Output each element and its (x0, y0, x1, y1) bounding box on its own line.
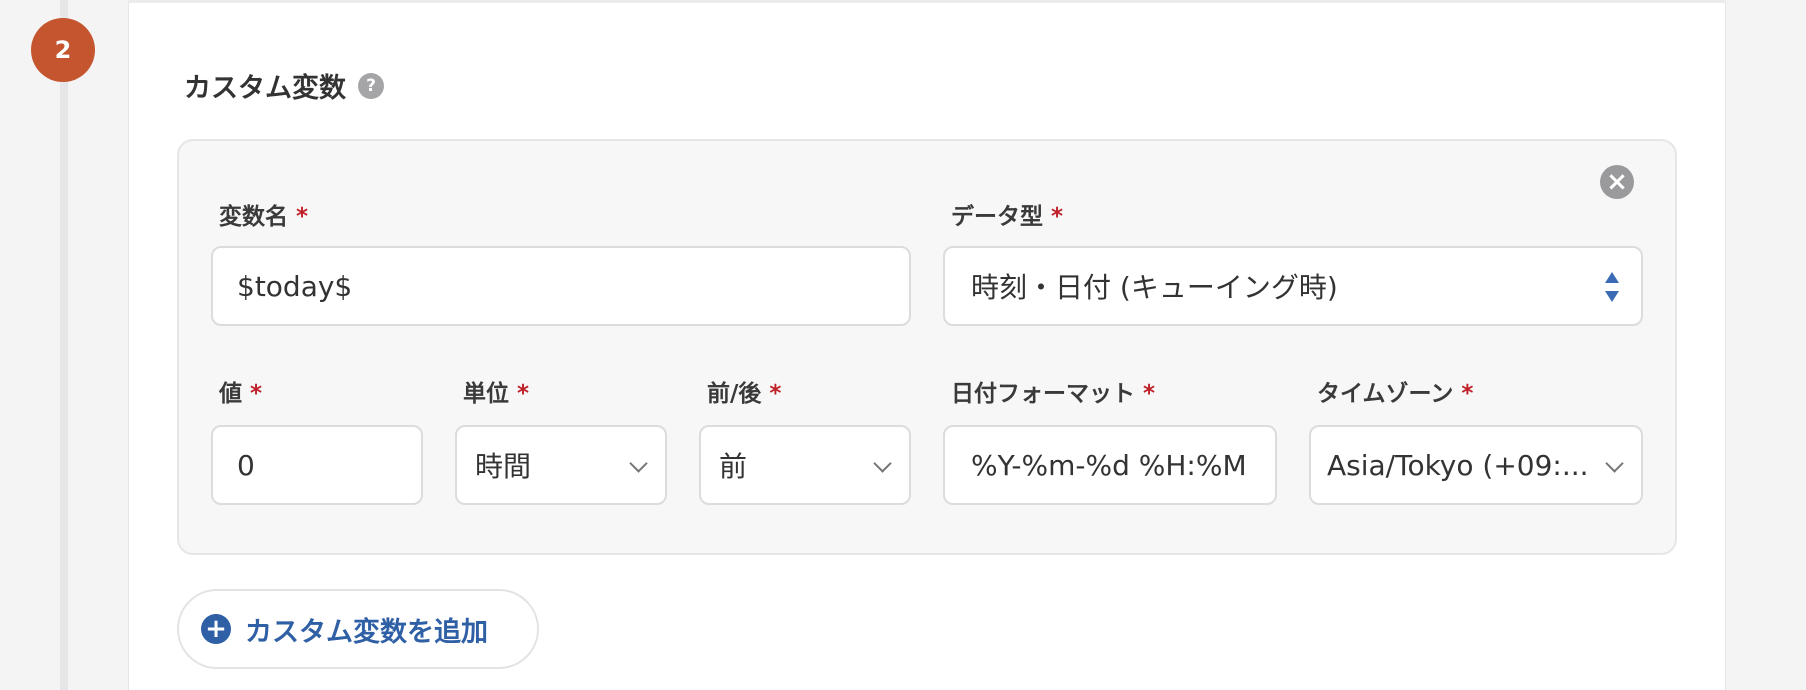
direction-value: 前 (719, 450, 748, 483)
data-type-value: 時刻・日付 (キューイング時) (971, 271, 1338, 304)
required-mark: * (517, 381, 530, 407)
variable-name-label: 変数名 * (219, 204, 309, 230)
timezone-value: Asia/Tokyo (+09:... (1327, 448, 1589, 482)
select-updown-icon (1605, 270, 1621, 304)
add-custom-variable-label: カスタム変数を追加 (245, 616, 488, 648)
date-format-value: %Y-%m-%d %H:%M (971, 448, 1247, 482)
data-type-select[interactable]: 時刻・日付 (キューイング時) (943, 246, 1643, 326)
variable-name-value: $today$ (237, 269, 353, 303)
required-mark: * (250, 381, 263, 407)
chevron-down-icon (629, 454, 648, 473)
add-custom-variable-button[interactable]: + カスタム変数を追加 (177, 589, 539, 669)
unit-select[interactable]: 時間 (455, 425, 667, 505)
direction-label: 前/後 * (707, 381, 782, 407)
required-mark: * (769, 381, 782, 407)
data-type-label: データ型 * (951, 204, 1064, 230)
timezone-select[interactable]: Asia/Tokyo (+09:... (1309, 425, 1643, 505)
value-input[interactable]: 0 (211, 425, 423, 505)
direction-select[interactable]: 前 (699, 425, 911, 505)
panel-top-divider (128, 0, 1726, 3)
required-mark: * (1461, 381, 1474, 407)
section-title: カスタム変数 ? (184, 66, 384, 105)
remove-variable-icon[interactable]: × (1600, 165, 1634, 199)
section-title-text: カスタム変数 (184, 73, 346, 104)
required-mark: * (1051, 204, 1064, 230)
timezone-label: タイムゾーン * (1317, 381, 1474, 407)
required-mark: * (1143, 381, 1156, 407)
date-format-input[interactable]: %Y-%m-%d %H:%M (943, 425, 1277, 505)
chevron-down-icon (1605, 454, 1624, 473)
date-format-label: 日付フォーマット * (951, 381, 1156, 407)
unit-label: 単位 * (463, 381, 530, 407)
chevron-down-icon (873, 454, 892, 473)
unit-value: 時間 (475, 450, 532, 483)
step-rail (60, 0, 68, 690)
variable-name-input[interactable]: $today$ (211, 246, 911, 326)
help-icon[interactable]: ? (358, 72, 384, 99)
plus-icon: + (201, 614, 231, 644)
value-label: 値 * (219, 381, 263, 407)
required-mark: * (296, 204, 309, 230)
value-input-value: 0 (237, 448, 255, 482)
step-number-badge: 2 (31, 18, 95, 82)
